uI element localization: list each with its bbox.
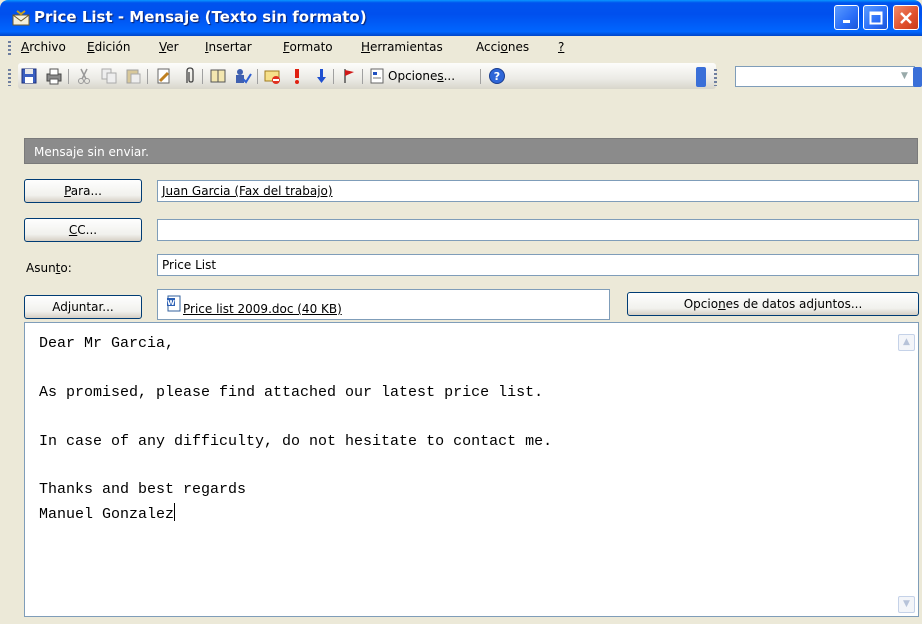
menu-grip[interactable] bbox=[8, 41, 11, 55]
toolbar-grip-2[interactable] bbox=[714, 69, 717, 86]
message-body-text[interactable]: Dear Mr Garcia, As promised, please find… bbox=[39, 332, 552, 527]
body-line bbox=[39, 454, 552, 478]
body-line bbox=[39, 405, 552, 429]
chevron-down-icon[interactable]: ▼ bbox=[897, 69, 912, 84]
scroll-down-button[interactable]: ▼ bbox=[898, 596, 915, 613]
toolbar-separator bbox=[480, 69, 481, 84]
attach-icon[interactable] bbox=[180, 67, 198, 85]
message-window: Price List - Mensaje (Texto sin formato)… bbox=[0, 0, 922, 624]
toolbar-separator bbox=[202, 69, 203, 84]
close-button[interactable] bbox=[893, 5, 919, 30]
subject-label: Asunto: bbox=[26, 261, 72, 275]
toolbar-grip[interactable] bbox=[8, 69, 11, 86]
toolbar-strip bbox=[18, 63, 716, 89]
flag-icon[interactable] bbox=[340, 67, 358, 85]
body-line: As promised, please find attached our la… bbox=[39, 383, 544, 401]
permission-icon[interactable] bbox=[263, 67, 281, 85]
svg-text:?: ? bbox=[494, 70, 500, 83]
word-document-icon[interactable]: W bbox=[166, 295, 182, 312]
to-recipient[interactable]: Juan Garcia (Fax del trabajo) bbox=[162, 184, 333, 198]
menu-help[interactable]: ? bbox=[558, 40, 564, 54]
menu-edicion[interactable]: Edición bbox=[87, 40, 130, 54]
body-line: Dear Mr Garcia, bbox=[39, 335, 175, 352]
attach-button[interactable]: Adjuntar... bbox=[24, 295, 142, 319]
close-icon bbox=[900, 11, 912, 24]
attachment-file[interactable]: Price list 2009.doc (40 KB) bbox=[183, 302, 342, 316]
minimize-button[interactable] bbox=[834, 5, 859, 30]
opciones-button[interactable]: Opciones... bbox=[388, 69, 455, 83]
envelope-icon bbox=[12, 10, 30, 26]
cut-icon[interactable] bbox=[75, 67, 93, 85]
attachment-options-button[interactable]: Opciones de datos adjuntos... bbox=[627, 292, 919, 316]
menu-bar: Archivo Edición Ver Insertar Formato Her… bbox=[0, 36, 922, 60]
body-line: In case of any difficulty, do not hesita… bbox=[39, 432, 553, 450]
to-field[interactable]: Juan Garcia (Fax del trabajo) bbox=[157, 180, 919, 202]
toolbar-separator bbox=[147, 69, 148, 84]
to-button[interactable]: Para... bbox=[24, 179, 142, 203]
print-icon[interactable] bbox=[45, 67, 63, 85]
info-bar: Mensaje sin enviar. bbox=[24, 138, 918, 164]
maximize-icon bbox=[869, 11, 882, 24]
minimize-icon bbox=[842, 19, 850, 23]
cc-field[interactable] bbox=[157, 219, 919, 241]
options-icon[interactable] bbox=[368, 67, 386, 85]
menu-archivo[interactable]: Archivo bbox=[21, 40, 66, 54]
menu-insertar[interactable]: Insertar bbox=[205, 40, 252, 54]
address-book-icon[interactable] bbox=[209, 67, 227, 85]
save-icon[interactable] bbox=[20, 67, 38, 85]
menu-acciones[interactable]: Acciones bbox=[476, 40, 529, 54]
message-body[interactable]: Dear Mr Garcia, As promised, please find… bbox=[24, 322, 919, 617]
toolbar-separator bbox=[68, 69, 69, 84]
body-line bbox=[39, 356, 552, 380]
paste-icon[interactable] bbox=[124, 67, 142, 85]
standard-toolbar: Opciones... ? ▼ bbox=[0, 60, 922, 90]
toolbar-separator bbox=[362, 69, 363, 84]
title-bar[interactable]: Price List - Mensaje (Texto sin formato) bbox=[0, 0, 922, 36]
menu-formato[interactable]: Formato bbox=[283, 40, 333, 54]
scroll-up-button[interactable]: ▲ bbox=[898, 334, 915, 351]
svg-text:W: W bbox=[167, 299, 175, 307]
check-names-icon[interactable] bbox=[234, 67, 252, 85]
copy-icon[interactable] bbox=[100, 67, 118, 85]
cc-button[interactable]: CC... bbox=[24, 218, 142, 242]
toolbar-overflow-chevron-2[interactable] bbox=[913, 67, 922, 87]
maximize-button[interactable] bbox=[863, 5, 888, 30]
toolbar-separator bbox=[333, 69, 334, 84]
body-line: Thanks and best regards bbox=[39, 481, 247, 499]
body-line: Manuel Gonzalez bbox=[39, 502, 552, 527]
subject-field[interactable]: Price List bbox=[157, 254, 919, 276]
help-icon[interactable]: ? bbox=[488, 67, 506, 85]
window-title: Price List - Mensaje (Texto sin formato) bbox=[34, 8, 367, 26]
high-importance-icon[interactable] bbox=[288, 67, 306, 85]
low-importance-icon[interactable] bbox=[312, 67, 330, 85]
insert-file-icon[interactable] bbox=[155, 67, 173, 85]
text-caret bbox=[174, 502, 176, 521]
toolbar-overflow-chevron[interactable] bbox=[696, 67, 706, 87]
menu-ver[interactable]: Ver bbox=[159, 40, 179, 54]
toolbar-separator bbox=[257, 69, 258, 84]
menu-herramientas[interactable]: Herramientas bbox=[361, 40, 443, 54]
toolbar-combo[interactable]: ▼ bbox=[735, 66, 915, 87]
